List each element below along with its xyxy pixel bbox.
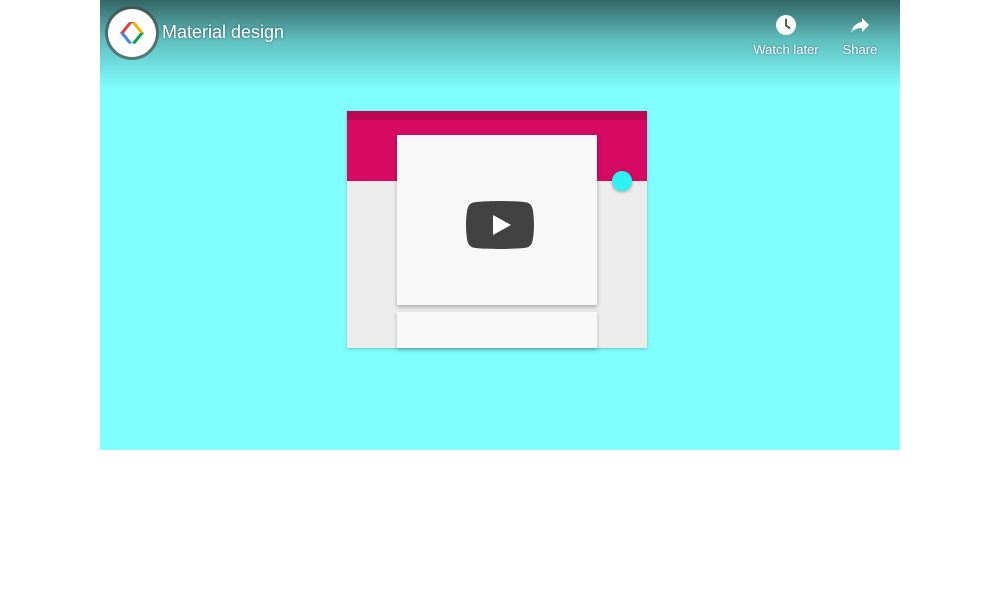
- share-button[interactable]: Share: [820, 10, 900, 66]
- clock-icon: [776, 15, 796, 35]
- video-player[interactable]: Material design Watch later Share: [100, 0, 900, 450]
- youtube-play-icon[interactable]: [466, 201, 534, 249]
- thumbnail-fab: [612, 171, 632, 191]
- thumbnail-lower-card: [397, 312, 597, 348]
- video-title[interactable]: Material design: [162, 22, 284, 43]
- thumbnail-status-bar: [347, 111, 647, 120]
- chrome-developers-logo-icon: [120, 22, 144, 44]
- share-arrow-icon: [851, 18, 869, 33]
- watch-later-label: Watch later: [753, 42, 819, 57]
- channel-avatar[interactable]: [108, 9, 156, 57]
- share-label: Share: [842, 42, 878, 57]
- watch-later-button[interactable]: Watch later: [746, 10, 826, 66]
